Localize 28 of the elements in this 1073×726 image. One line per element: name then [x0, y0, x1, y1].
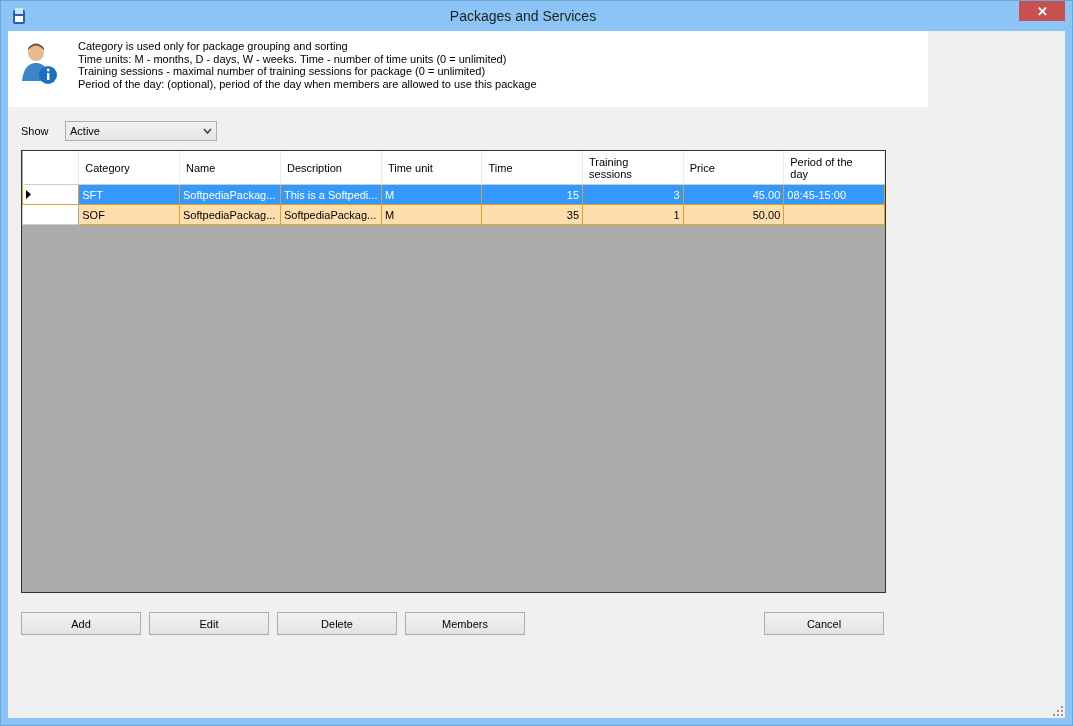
column-header[interactable]: Training sessions [582, 151, 684, 185]
show-dropdown[interactable]: Active [65, 121, 217, 141]
cancel-button[interactable]: Cancel [764, 612, 884, 635]
row-header[interactable] [22, 184, 79, 205]
info-text: Category is used only for package grouping and sorting [78, 40, 349, 53]
row-header[interactable] [22, 204, 79, 225]
column-header[interactable]: Category [78, 151, 180, 185]
info-text: Training sessions - maximal number of training sessions for package (0 = unlimited) [78, 65, 487, 78]
column-header[interactable]: Time [481, 151, 583, 185]
column-header[interactable]: Period of the day [783, 151, 885, 185]
window-title: Packages and Services [448, 8, 598, 24]
resize-grip-icon[interactable] [1053, 706, 1063, 716]
close-button[interactable]: ✕ [1019, 1, 1065, 21]
action-button[interactable]: Edit [149, 612, 269, 635]
info-text: Period of the day: (optional), period of the day when members are allowed to use this package [78, 77, 537, 90]
column-header[interactable]: Time unit [381, 151, 482, 185]
chevron-down-icon [203, 128, 212, 134]
table-row[interactable]: SOF SoftpediaPackag... SoftpediaPackag... M 35 1 50.00 [22, 204, 885, 225]
app-icon [11, 7, 27, 25]
user-info-icon [22, 41, 58, 85]
column-header[interactable]: Price [683, 151, 784, 185]
action-button[interactable]: Delete [277, 612, 397, 635]
info-text: Time units: M - months, D - days, W - weeks. Time - number of time units (0 = unlimited) [78, 52, 508, 65]
column-header[interactable]: Description [280, 151, 382, 185]
action-button[interactable]: Add [21, 612, 141, 635]
column-header[interactable]: Name [179, 151, 281, 185]
action-button[interactable]: Members [405, 612, 525, 635]
show-label: Show [21, 125, 50, 137]
